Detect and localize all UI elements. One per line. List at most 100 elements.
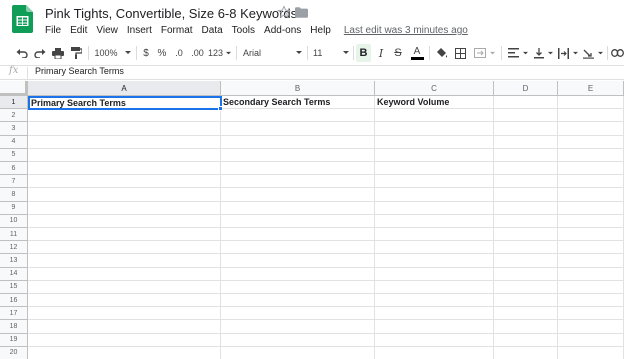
cell-d9[interactable] — [494, 201, 558, 215]
cell-b6[interactable] — [221, 162, 375, 176]
cell-c12[interactable] — [375, 241, 494, 255]
menu-data[interactable]: Data — [202, 25, 223, 36]
cell-c14[interactable] — [375, 267, 494, 281]
cell-e4[interactable] — [558, 135, 624, 149]
cell-e20[interactable] — [558, 346, 624, 359]
paint-format-button[interactable] — [69, 44, 83, 62]
more-formats-button[interactable]: 123 — [208, 44, 232, 62]
row-header-7[interactable]: 7 — [0, 175, 28, 189]
cell-e15[interactable] — [558, 280, 624, 294]
print-button[interactable] — [51, 44, 65, 62]
row-header-3[interactable]: 3 — [0, 122, 28, 136]
cell-e2[interactable] — [558, 109, 624, 123]
cell-d19[interactable] — [494, 333, 558, 347]
cell-a16[interactable] — [28, 294, 221, 308]
cell-d5[interactable] — [494, 148, 558, 162]
cell-e3[interactable] — [558, 122, 624, 136]
cell-d20[interactable] — [494, 346, 558, 359]
cell-a5[interactable] — [28, 148, 221, 162]
cell-e13[interactable] — [558, 254, 624, 268]
cell-c20[interactable] — [375, 346, 494, 359]
insert-link-button[interactable] — [610, 44, 624, 62]
borders-button[interactable] — [453, 44, 468, 62]
cell-a17[interactable] — [28, 307, 221, 321]
cell-b8[interactable] — [221, 188, 375, 202]
row-header-8[interactable]: 8 — [0, 188, 28, 202]
cell-e7[interactable] — [558, 175, 624, 189]
cell-c8[interactable] — [375, 188, 494, 202]
cell-a14[interactable] — [28, 267, 221, 281]
cell-b14[interactable] — [221, 267, 375, 281]
cell-c3[interactable] — [375, 122, 494, 136]
row-header-6[interactable]: 6 — [0, 162, 28, 176]
row-header-20[interactable]: 20 — [0, 346, 28, 359]
cell-c1[interactable]: Keyword Volume — [375, 96, 494, 110]
cell-b16[interactable] — [221, 294, 375, 308]
column-header-a[interactable]: A — [28, 81, 221, 96]
row-header-4[interactable]: 4 — [0, 135, 28, 149]
cell-c19[interactable] — [375, 333, 494, 347]
cell-d7[interactable] — [494, 175, 558, 189]
redo-button[interactable] — [33, 44, 47, 62]
cell-a20[interactable] — [28, 346, 221, 359]
cell-d14[interactable] — [494, 267, 558, 281]
menu-insert[interactable]: Insert — [127, 25, 152, 36]
row-header-18[interactable]: 18 — [0, 320, 28, 334]
row-header-9[interactable]: 9 — [0, 201, 28, 215]
cell-c2[interactable] — [375, 109, 494, 123]
cell-a1[interactable]: Primary Search Terms — [28, 96, 222, 111]
row-header-17[interactable]: 17 — [0, 307, 28, 321]
cell-b17[interactable] — [221, 307, 375, 321]
cell-a13[interactable] — [28, 254, 221, 268]
cell-a8[interactable] — [28, 188, 221, 202]
cell-b20[interactable] — [221, 346, 375, 359]
cell-c15[interactable] — [375, 280, 494, 294]
menu-format[interactable]: Format — [161, 25, 193, 36]
text-wrapping-button[interactable] — [557, 44, 579, 62]
text-color-button[interactable]: A — [409, 44, 425, 62]
cell-a12[interactable] — [28, 241, 221, 255]
cell-a15[interactable] — [28, 280, 221, 294]
cell-d11[interactable] — [494, 228, 558, 242]
increase-decimals-button[interactable]: .00 — [189, 44, 206, 62]
cell-c11[interactable] — [375, 228, 494, 242]
cell-d8[interactable] — [494, 188, 558, 202]
cell-d15[interactable] — [494, 280, 558, 294]
cell-b1[interactable]: Secondary Search Terms — [221, 96, 375, 110]
bold-button[interactable]: B — [356, 44, 371, 62]
last-edit-link[interactable]: Last edit was 3 minutes ago — [344, 25, 468, 36]
cell-b15[interactable] — [221, 280, 375, 294]
row-header-14[interactable]: 14 — [0, 267, 28, 281]
cell-b12[interactable] — [221, 241, 375, 255]
sheets-logo-icon[interactable] — [12, 5, 33, 33]
cell-d2[interactable] — [494, 109, 558, 123]
cell-e5[interactable] — [558, 148, 624, 162]
cell-d4[interactable] — [494, 135, 558, 149]
row-header-12[interactable]: 12 — [0, 241, 28, 255]
strikethrough-button[interactable]: S — [391, 44, 405, 62]
undo-button[interactable] — [15, 44, 29, 62]
cell-a9[interactable] — [28, 201, 221, 215]
cell-b3[interactable] — [221, 122, 375, 136]
merge-cells-button[interactable] — [472, 44, 498, 62]
italic-button[interactable]: I — [374, 44, 388, 62]
font-family-select[interactable]: Arial — [243, 44, 303, 62]
row-header-11[interactable]: 11 — [0, 228, 28, 242]
row-header-1[interactable]: 1 — [0, 96, 28, 110]
cell-a6[interactable] — [28, 162, 221, 176]
cell-e10[interactable] — [558, 214, 624, 228]
select-all-corner[interactable] — [0, 81, 28, 96]
cell-c6[interactable] — [375, 162, 494, 176]
cell-a11[interactable] — [28, 228, 221, 242]
cell-b13[interactable] — [221, 254, 375, 268]
cell-d17[interactable] — [494, 307, 558, 321]
cell-e14[interactable] — [558, 267, 624, 281]
formula-input[interactable]: Primary Search Terms — [35, 66, 124, 76]
cell-e8[interactable] — [558, 188, 624, 202]
menu-edit[interactable]: Edit — [70, 25, 87, 36]
cell-a19[interactable] — [28, 333, 221, 347]
percent-format-button[interactable]: % — [156, 44, 168, 62]
vertical-align-button[interactable] — [533, 44, 555, 62]
star-icon[interactable] — [277, 5, 291, 19]
cell-b10[interactable] — [221, 214, 375, 228]
